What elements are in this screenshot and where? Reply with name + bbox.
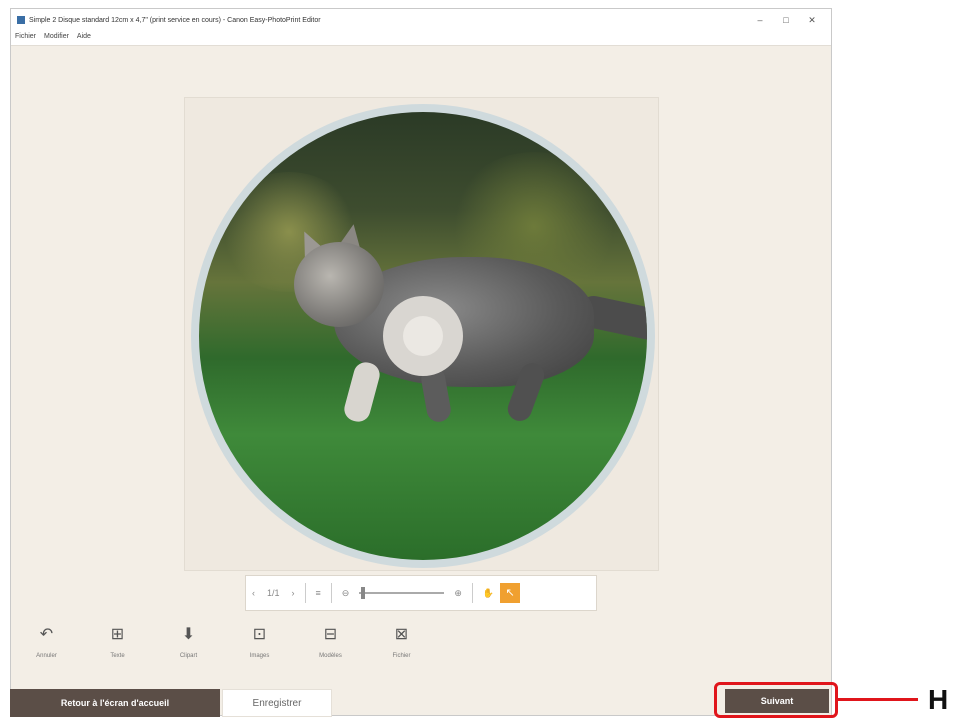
clipart-label: Clipart	[179, 653, 198, 659]
menu-file[interactable]: Fichier	[11, 31, 40, 45]
zoom-slider-thumb[interactable]	[361, 587, 366, 599]
images-label: Images	[249, 653, 270, 659]
print-canvas[interactable]	[184, 97, 659, 571]
zoom-slider[interactable]	[359, 587, 445, 599]
save-button[interactable]: Enregistrer	[222, 689, 332, 717]
undo-icon: ↶	[39, 626, 54, 643]
menu-bar: Fichier Modifier Aide	[11, 31, 831, 46]
window-title: Simple 2 Disque standard 12cm x 4,7" (pr…	[29, 16, 321, 24]
list-view-icon[interactable]: ≡	[316, 588, 321, 598]
zoom-in-icon[interactable]: ⊕	[454, 588, 462, 599]
disc-outline	[191, 104, 655, 568]
callout-line	[838, 698, 918, 701]
disc-photo[interactable]	[199, 112, 647, 560]
divider	[330, 583, 332, 603]
templates-label: Modèles	[319, 653, 342, 659]
templates-icon: ⊟	[323, 626, 338, 643]
prev-page-icon[interactable]: ‹	[252, 588, 255, 598]
app-window: Simple 2 Disque standard 12cm x 4,7" (pr…	[10, 8, 832, 716]
text-label: Texte	[110, 653, 125, 659]
highlight-box	[714, 682, 838, 718]
window-controls: – □ ✕	[747, 9, 825, 31]
view-toolbar: ‹ 1/1 › ≡ ⊖ ⊕ ✋ ↖	[245, 575, 597, 611]
undo-button[interactable]: ↶ Annuler	[11, 615, 82, 673]
close-button[interactable]: ✕	[799, 9, 825, 31]
templates-button[interactable]: ⊟ Modèles	[295, 615, 366, 673]
cat-head	[294, 242, 384, 327]
clipart-icon: ⬇	[181, 626, 196, 643]
cat-leg	[341, 359, 383, 425]
frame-button[interactable]: ⊠ Fichier	[366, 615, 437, 673]
callout-label: H	[928, 684, 949, 715]
select-tool-icon[interactable]: ↖	[500, 583, 521, 603]
menu-help[interactable]: Aide	[73, 31, 95, 45]
next-page-icon[interactable]: ›	[292, 588, 295, 598]
text-button[interactable]: ⊞ Texte	[82, 615, 153, 673]
disc-hole	[403, 316, 443, 356]
maximize-button[interactable]: □	[773, 9, 799, 31]
images-button[interactable]: ⊡ Images	[224, 615, 295, 673]
divider	[304, 583, 306, 603]
app-icon	[17, 16, 25, 24]
menu-edit[interactable]: Modifier	[40, 31, 73, 45]
frame-icon: ⊠	[394, 626, 409, 643]
undo-label: Annuler	[36, 653, 57, 659]
divider	[471, 583, 473, 603]
text-icon: ⊞	[110, 626, 125, 643]
edit-toolbar: ↶ Annuler ⊞ Texte ⬇ Clipart ⊡ Images ⊟ M…	[11, 615, 831, 673]
title-bar: Simple 2 Disque standard 12cm x 4,7" (pr…	[11, 9, 831, 31]
images-icon: ⊡	[252, 626, 267, 643]
page-indicator: 1/1	[267, 588, 280, 598]
zoom-out-icon[interactable]: ⊖	[342, 588, 350, 599]
minimize-button[interactable]: –	[747, 9, 773, 31]
hand-tool-icon[interactable]: ✋	[483, 588, 494, 599]
clipart-button[interactable]: ⬇ Clipart	[153, 615, 224, 673]
frame-label: Fichier	[392, 653, 411, 659]
back-to-home-button[interactable]: Retour à l'écran d'accueil	[10, 689, 220, 717]
